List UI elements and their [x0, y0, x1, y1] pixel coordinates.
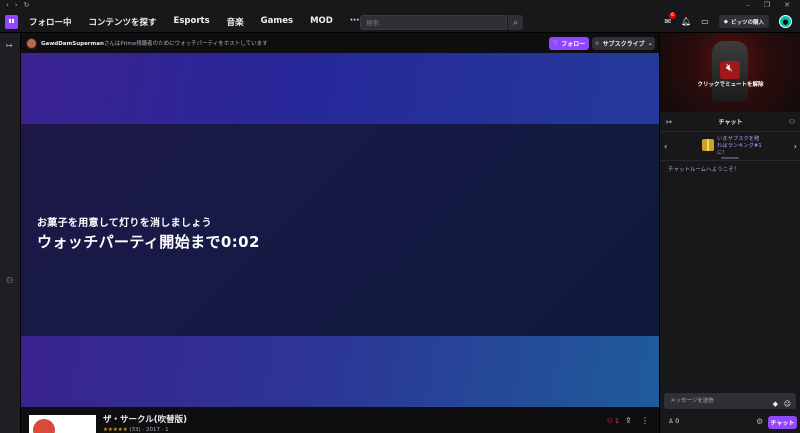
follow-button[interactable]: ♡ フォロー: [549, 37, 589, 50]
minimize-icon[interactable]: –: [746, 0, 750, 11]
top-nav: フォロー中 コンテンツを探す Esports 音楽 Games MOD ··· …: [0, 11, 800, 33]
video-band-bottom: [21, 336, 659, 407]
title-bar: ‹ › ↻ – ❐ ✕: [0, 0, 800, 11]
chat-title: チャット: [718, 119, 743, 126]
forward-icon[interactable]: ›: [15, 0, 18, 11]
gift-icon: [702, 139, 714, 151]
search-bar: ⌕: [360, 15, 523, 30]
user-avatar[interactable]: ●: [779, 15, 792, 28]
rating-stars: ★★★★★: [103, 427, 128, 433]
search-input[interactable]: [360, 15, 508, 30]
channel-avatar[interactable]: [26, 37, 37, 49]
star-icon: ☆: [594, 40, 600, 47]
content-meta: ★★★★★ (33) · 2017 · 1: [103, 427, 169, 433]
emote-icon[interactable]: ☺: [784, 396, 791, 412]
more-options-icon[interactable]: ⋮: [641, 416, 649, 425]
heart-icon: ♡: [552, 40, 559, 47]
chat-header: ↦ チャット ⚇: [660, 112, 800, 132]
collapse-chat-icon[interactable]: ↦: [666, 118, 672, 126]
video-player[interactable]: お菓子を用意して灯りを消しましょう ウォッチパーティ開始まで0:02: [21, 53, 659, 407]
chevron-left-icon[interactable]: ‹: [664, 142, 667, 151]
content-info: ザ・サークル(吹替版) ★★★★★ (33) · 2017 · 1 ⚇ 1 ⇪ …: [21, 407, 659, 433]
countdown-text: ウォッチパーティ開始まで0:02: [37, 233, 260, 251]
chat-column: 🔇︎ クリックでミュートを解除 ↦ チャット ⚇ ‹ いまサブスクを贈ればランキ…: [659, 33, 800, 433]
viewer-count-value: 1: [614, 417, 620, 425]
countdown-subtitle: お菓子を用意して灯りを消しましょう: [37, 218, 212, 229]
mute-icon[interactable]: 🔇︎: [726, 61, 733, 75]
chat-input-placeholder: メッセージを送信: [670, 398, 714, 404]
restore-icon[interactable]: ❐: [764, 0, 770, 11]
hosted-stream-preview[interactable]: 🔇︎ クリックでミュートを解除: [660, 33, 800, 112]
close-icon[interactable]: ✕: [784, 0, 790, 11]
channel-info-bar: GawdDamSupermanさんはPrime視聴者のためにウォッチパーティをホ…: [21, 33, 659, 53]
content-meta-text: (33) · 2017 · 1: [129, 427, 169, 433]
gear-icon[interactable]: ⚙: [756, 417, 763, 426]
bits-icon: ◆: [723, 18, 728, 25]
whisper-icon[interactable]: ▭: [701, 17, 709, 26]
nav-games[interactable]: Games: [261, 16, 293, 28]
recommended-channels-icon[interactable]: ⚇: [6, 276, 13, 285]
content-title: ザ・サークル(吹替版): [103, 415, 188, 425]
chat-footer: ♙ 0 ⚙ チャット: [660, 413, 800, 433]
chat-welcome-message: チャットルームへようこそ！: [668, 167, 740, 173]
points-value: 0: [675, 418, 680, 425]
back-icon[interactable]: ‹: [6, 0, 9, 11]
notification-badge: 6: [669, 12, 677, 19]
chevron-right-icon[interactable]: ›: [794, 142, 797, 151]
subscribe-label: サブスクライブ: [602, 41, 645, 48]
viewer-count: ⚇ 1: [607, 417, 619, 425]
viewer-icon: ⚇: [607, 417, 615, 425]
chevron-down-icon: ⌄: [647, 40, 653, 47]
promo-pager: [721, 157, 739, 159]
nav-music[interactable]: 音楽: [227, 16, 244, 28]
hosting-text: GawdDamSupermanさんはPrime視聴者のためにウォッチパーティをホ…: [41, 39, 268, 47]
get-bits-button[interactable]: ◆ ビッツの購入: [718, 15, 769, 28]
watch-party-countdown: お菓子を用意して灯りを消しましょう ウォッチパーティ開始まで0:02: [37, 214, 260, 252]
bits-icon[interactable]: ◆: [773, 396, 778, 412]
nav-mod[interactable]: MOD: [310, 16, 333, 28]
nav-browse[interactable]: コンテンツを探す: [89, 16, 157, 28]
promo-text[interactable]: いまサブスクを贈ればランキング#1に！: [717, 136, 763, 157]
bits-label: ビッツの購入: [730, 19, 764, 26]
left-sidebar: ↦ ⚇: [0, 33, 21, 433]
content-thumbnail[interactable]: [29, 415, 96, 433]
bell-icon[interactable]: 🔔︎: [681, 17, 691, 26]
more-icon[interactable]: ···: [350, 16, 360, 28]
app-window: ‹ › ↻ – ❐ ✕ フォロー中 コンテンツを探す Esports 音楽 Ga…: [0, 0, 800, 433]
inbox-icon[interactable]: ✉ 6: [664, 12, 677, 26]
follow-label: フォロー: [561, 41, 586, 48]
twitch-logo-icon[interactable]: [5, 14, 18, 29]
chat-users-icon[interactable]: ⚇: [789, 118, 795, 126]
sub-gift-promo: ‹ いまサブスクを贈ればランキング#1に！ ›: [660, 133, 800, 161]
video-band-top: [21, 53, 659, 124]
unmute-text[interactable]: クリックでミュートを解除: [660, 80, 800, 88]
nav-following[interactable]: フォロー中: [29, 16, 72, 28]
chat-send-button[interactable]: チャット: [768, 416, 797, 429]
channel-points[interactable]: ♙ 0: [668, 418, 679, 425]
expand-sidebar-icon[interactable]: ↦: [6, 41, 13, 50]
reload-icon[interactable]: ↻: [24, 0, 30, 11]
share-icon[interactable]: ⇪: [625, 416, 632, 425]
subscribe-button[interactable]: ☆ サブスクライブ ⌄: [592, 37, 655, 50]
chat-input[interactable]: メッセージを送信 ◆ ☺: [664, 393, 796, 409]
search-icon[interactable]: ⌕: [508, 15, 523, 30]
hosting-description: さんはPrime視聴者のためにウォッチパーティをホストしています: [103, 41, 268, 47]
streamer-name[interactable]: GawdDamSuperman: [41, 41, 104, 47]
nav-esports[interactable]: Esports: [174, 16, 210, 28]
